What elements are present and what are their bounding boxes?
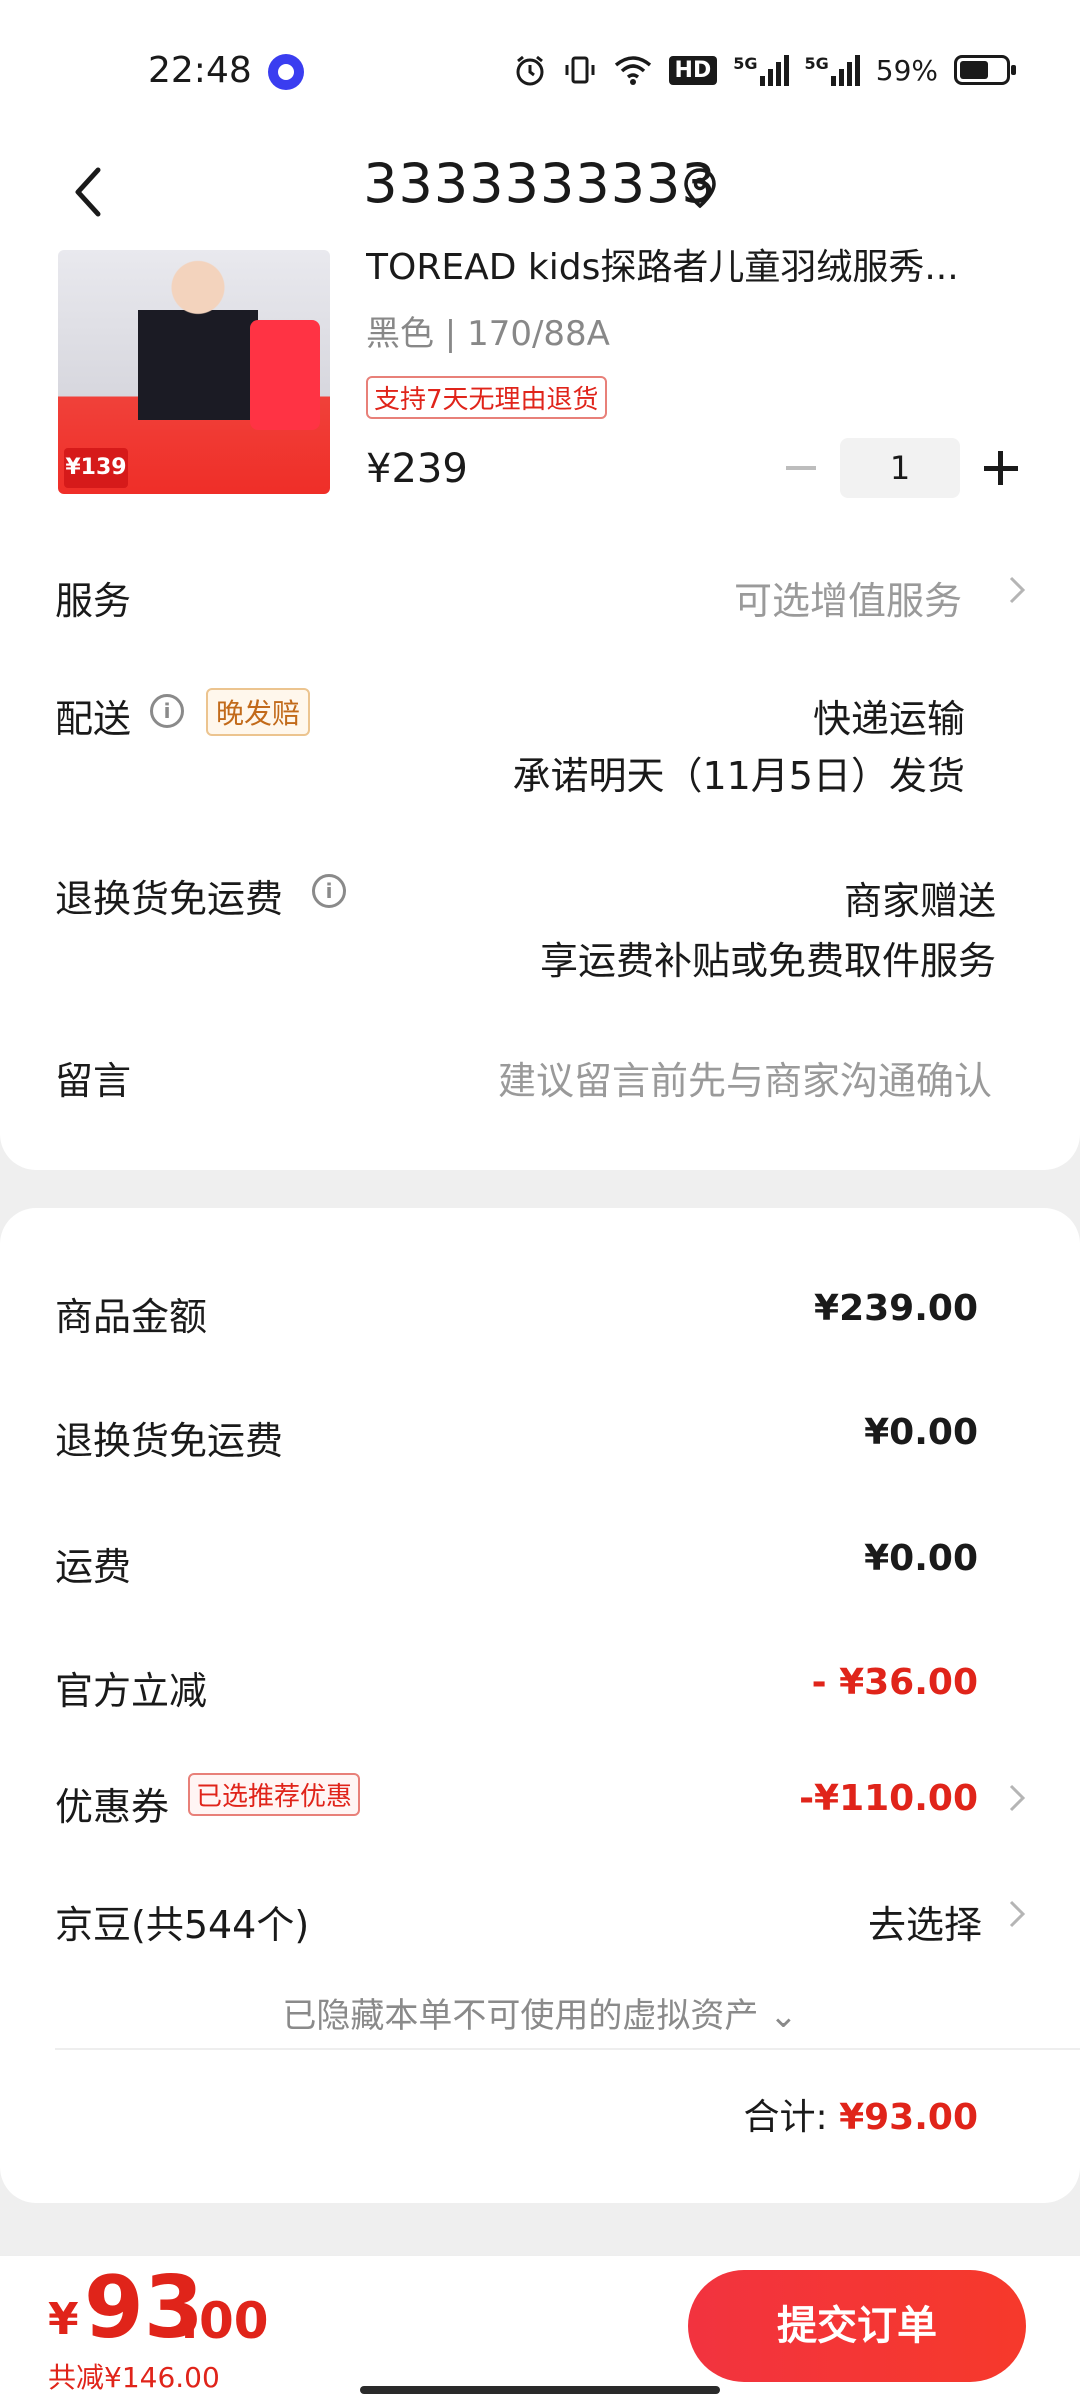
product-name[interactable]: TOREAD kids探路者儿童羽绒服秀... <box>366 238 1026 290</box>
quantity-field[interactable]: 1 <box>840 438 960 498</box>
coupon-label: 优惠券 <box>55 1785 170 1829</box>
wifi-icon <box>614 56 651 85</box>
fee-summary-card: 商品金额 ¥239.00 退换货免运费 ¥0.00 运费 ¥0.00 官方立减 … <box>0 1208 1080 2203</box>
product-image[interactable]: ¥139 <box>58 250 330 494</box>
total-row: 合计: ¥93.00 <box>743 2088 978 2140</box>
return-fee-value: ¥0.00 <box>864 1412 978 1453</box>
product-variant[interactable]: 黑色 | 170/88A <box>366 306 610 355</box>
nav-bar: 3333333333 <box>0 140 1080 250</box>
coupon-recommended-tag: 已选推荐优惠 <box>188 1773 361 1816</box>
return-shipping-value: 商家赠送 <box>843 879 996 923</box>
quantity-decrease-button[interactable] <box>780 448 820 488</box>
status-time: 22:48 <box>148 50 252 91</box>
total-label: 合计: <box>743 2097 828 2138</box>
pay-currency: ¥ <box>48 2294 79 2345</box>
app-notification-icon <box>268 54 304 90</box>
official-discount-value: - ¥36.00 <box>811 1662 978 1703</box>
signal-icon: 5G <box>805 54 860 86</box>
delivery-method[interactable]: 快递运输 <box>813 688 965 743</box>
delivery-label: 配送 <box>55 697 132 741</box>
location-pin-icon[interactable] <box>680 164 720 214</box>
return-shipping-label: 退换货免运费 <box>55 877 284 921</box>
chevron-right-icon[interactable] <box>1006 1896 1028 1932</box>
return-policy-tag: 支持7天无理由退货 <box>366 376 607 419</box>
product-price: ¥239 <box>366 446 468 492</box>
divider <box>55 2048 1080 2050</box>
service-value[interactable]: 可选增值服务 <box>734 570 962 625</box>
battery-percent: 59% <box>875 53 938 87</box>
delivery-promise: 承诺明天（11月5日）发货 <box>512 754 965 798</box>
coupon-value[interactable]: -¥110.00 <box>799 1778 978 1819</box>
checkout-bar: ¥ 93 .00 共减¥146.00 提交订单 <box>0 2255 1080 2400</box>
total-saved: 共减¥146.00 <box>48 2361 220 2394</box>
product-model-figure <box>138 250 258 420</box>
message-input[interactable]: 建议留言前先与商家沟通确认 <box>498 1050 992 1105</box>
return-fee-label: 退换货免运费 <box>55 1419 284 1463</box>
alarm-icon <box>516 55 544 86</box>
page-title: 3333333333 <box>363 152 717 215</box>
hidden-assets-toggle[interactable]: 已隐藏本单不可使用的虚拟资产 ⌄ <box>0 1988 1080 2037</box>
vibrate-icon <box>565 56 595 84</box>
submit-order-button[interactable]: 提交订单 <box>688 2270 1026 2382</box>
pay-amount-decimal: .00 <box>180 2292 269 2350</box>
late-compensation-tag: 晚发赔 <box>206 688 311 736</box>
status-icons: HD 5G 5G 59% <box>513 50 1016 90</box>
goods-amount-label: 商品金额 <box>55 1295 208 1339</box>
home-indicator[interactable] <box>360 2386 720 2394</box>
shipping-fee-value: ¥0.00 <box>864 1538 978 1579</box>
hd-icon: HD <box>668 55 718 85</box>
jingdou-select[interactable]: 去选择 <box>868 1894 982 1949</box>
promo-badge <box>250 320 320 430</box>
order-detail-card: ¥139 TOREAD kids探路者儿童羽绒服秀... 黑色 | 170/88… <box>0 247 1080 1170</box>
official-discount-label: 官方立减 <box>55 1669 208 1713</box>
jingdou-label: 京豆(共544个) <box>55 1903 310 1947</box>
battery-icon <box>954 55 1016 85</box>
quantity-increase-button[interactable] <box>980 446 1024 490</box>
goods-amount-value: ¥239.00 <box>814 1288 978 1329</box>
message-label: 留言 <box>55 1059 132 1103</box>
thumb-price: ¥139 <box>64 448 128 488</box>
info-icon[interactable]: i <box>312 874 346 908</box>
info-icon[interactable]: i <box>150 694 184 728</box>
service-label: 服务 <box>55 579 132 623</box>
chevron-right-icon[interactable] <box>1006 1780 1028 1816</box>
total-value: ¥93.00 <box>839 2097 978 2138</box>
status-bar: 22:48 HD 5G 5G 59% <box>0 0 1080 140</box>
signal-icon: 5G <box>733 54 789 86</box>
return-shipping-detail: 享运费补贴或免费取件服务 <box>539 939 996 983</box>
chevron-right-icon[interactable] <box>1006 572 1028 608</box>
shipping-fee-label: 运费 <box>55 1545 132 1589</box>
